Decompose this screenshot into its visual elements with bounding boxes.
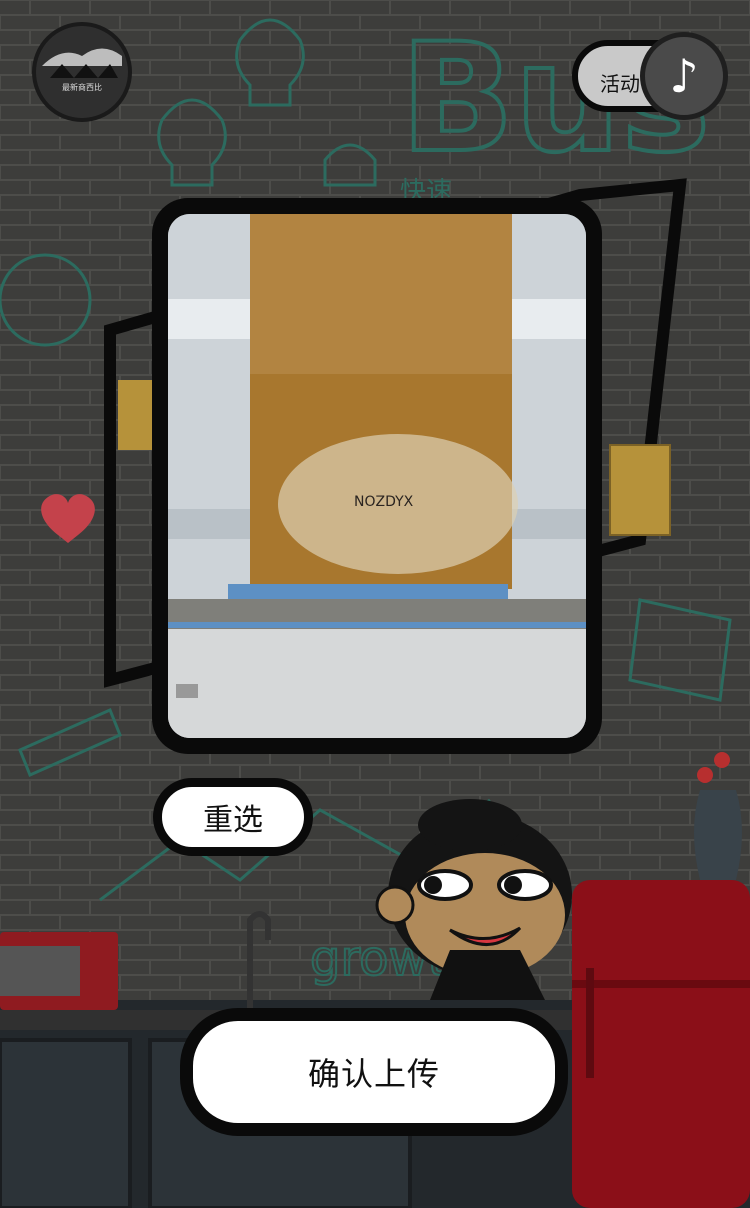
confirm-upload-button[interactable]: 确认上传	[180, 1008, 568, 1136]
music-note-icon: ♪	[669, 49, 699, 103]
confirm-upload-label: 确认上传	[307, 1055, 440, 1093]
activity-label: 活动	[600, 72, 640, 96]
reselect-button[interactable]: 重选	[153, 778, 313, 856]
reselect-label: 重选	[203, 803, 263, 838]
mountain-icon	[36, 26, 128, 118]
music-toggle-button[interactable]: ♪	[640, 32, 728, 120]
photo-preview-frame: NOZDYX	[152, 198, 602, 754]
uploaded-photo: NOZDYX	[168, 214, 586, 738]
logo-label: 最新商西比	[62, 83, 102, 92]
photo-mark-text: NOZDYX	[354, 494, 414, 510]
app-logo: 最新商西比	[32, 22, 132, 122]
